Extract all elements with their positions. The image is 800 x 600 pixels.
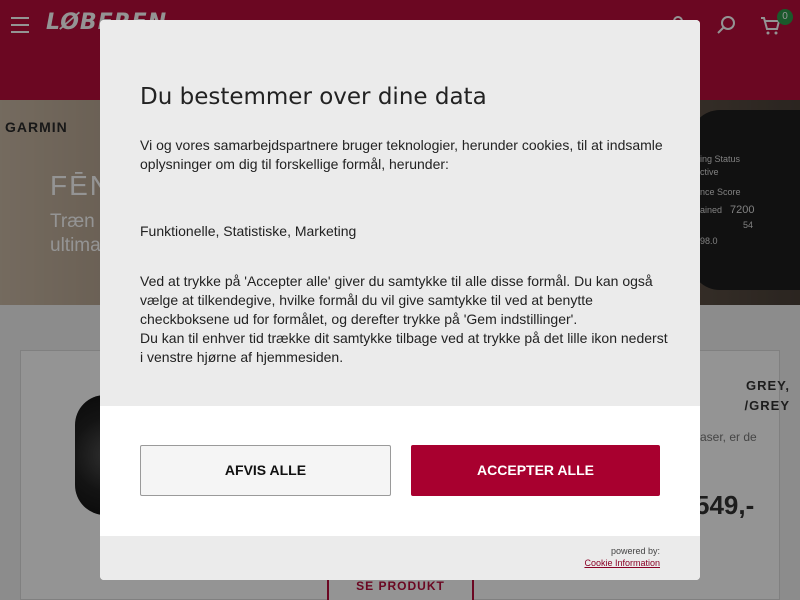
consent-withdraw-info: Du kan til enhver tid trække dit samtykk… bbox=[140, 330, 668, 365]
cookie-information-link[interactable]: Cookie Information bbox=[584, 558, 660, 568]
consent-details: Ved at trykke på 'Accepter alle' giver d… bbox=[140, 273, 653, 327]
dialog-title: Du bestemmer over dine data bbox=[140, 84, 487, 110]
powered-by-label: powered by: bbox=[610, 546, 660, 556]
accept-all-button[interactable]: ACCEPTER ALLE bbox=[411, 445, 660, 496]
reject-all-button[interactable]: AFVIS ALLE bbox=[140, 445, 391, 496]
consent-intro: Vi og vores samarbejdspartnere bruger te… bbox=[140, 137, 663, 172]
consent-purposes: Funktionelle, Statistiske, Marketing bbox=[140, 223, 357, 239]
dialog-footer: powered by: Cookie Information bbox=[100, 536, 700, 580]
cookie-consent-dialog: Du bestemmer over dine data Vi og vores … bbox=[100, 20, 700, 580]
